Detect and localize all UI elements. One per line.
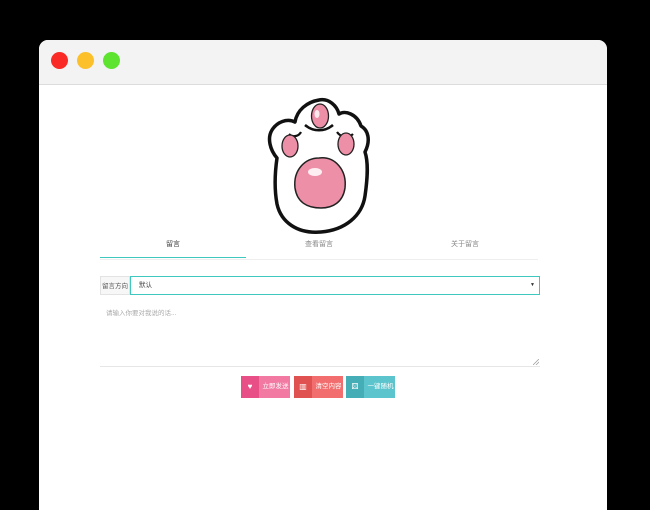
chevron-down-icon: ▼ bbox=[530, 282, 535, 288]
clear-button-label: 清空内容 bbox=[315, 383, 342, 390]
window-titlebar bbox=[39, 40, 607, 85]
direction-row: 留言方向 默认 ▼ bbox=[100, 276, 540, 295]
browser-window: 留言 查看留言 关于留言 留言方向 默认 ▼ 请输入你要对我说的话... ♥ 立… bbox=[39, 40, 607, 510]
tab-bar: 留言 查看留言 关于留言 bbox=[100, 235, 538, 260]
close-button[interactable] bbox=[51, 52, 68, 69]
direction-selected-value: 默认 bbox=[139, 282, 152, 289]
clear-button[interactable]: ▥ 清空内容 bbox=[294, 376, 343, 398]
dice-icon: ⚄ bbox=[346, 376, 364, 398]
direction-label: 留言方向 bbox=[100, 276, 130, 295]
minimize-button[interactable] bbox=[77, 52, 94, 69]
resize-grip-icon[interactable] bbox=[533, 359, 539, 365]
active-tab-indicator bbox=[100, 257, 246, 258]
send-button-label: 立即发送 bbox=[262, 383, 289, 390]
message-textarea[interactable]: 请输入你要对我说的话... bbox=[100, 303, 540, 367]
random-button-label: 一键随机 bbox=[367, 383, 394, 390]
tab-message[interactable]: 留言 bbox=[100, 235, 246, 259]
direction-select[interactable]: 默认 ▼ bbox=[130, 276, 540, 295]
tab-about[interactable]: 关于留言 bbox=[392, 235, 538, 259]
trash-icon: ▥ bbox=[294, 376, 312, 398]
maximize-button[interactable] bbox=[103, 52, 120, 69]
send-button[interactable]: ♥ 立即发送 bbox=[241, 376, 290, 398]
heart-icon: ♥ bbox=[241, 376, 259, 398]
tab-view-messages[interactable]: 查看留言 bbox=[246, 235, 392, 259]
random-button[interactable]: ⚄ 一键随机 bbox=[346, 376, 395, 398]
cat-paw-icon bbox=[267, 97, 370, 234]
